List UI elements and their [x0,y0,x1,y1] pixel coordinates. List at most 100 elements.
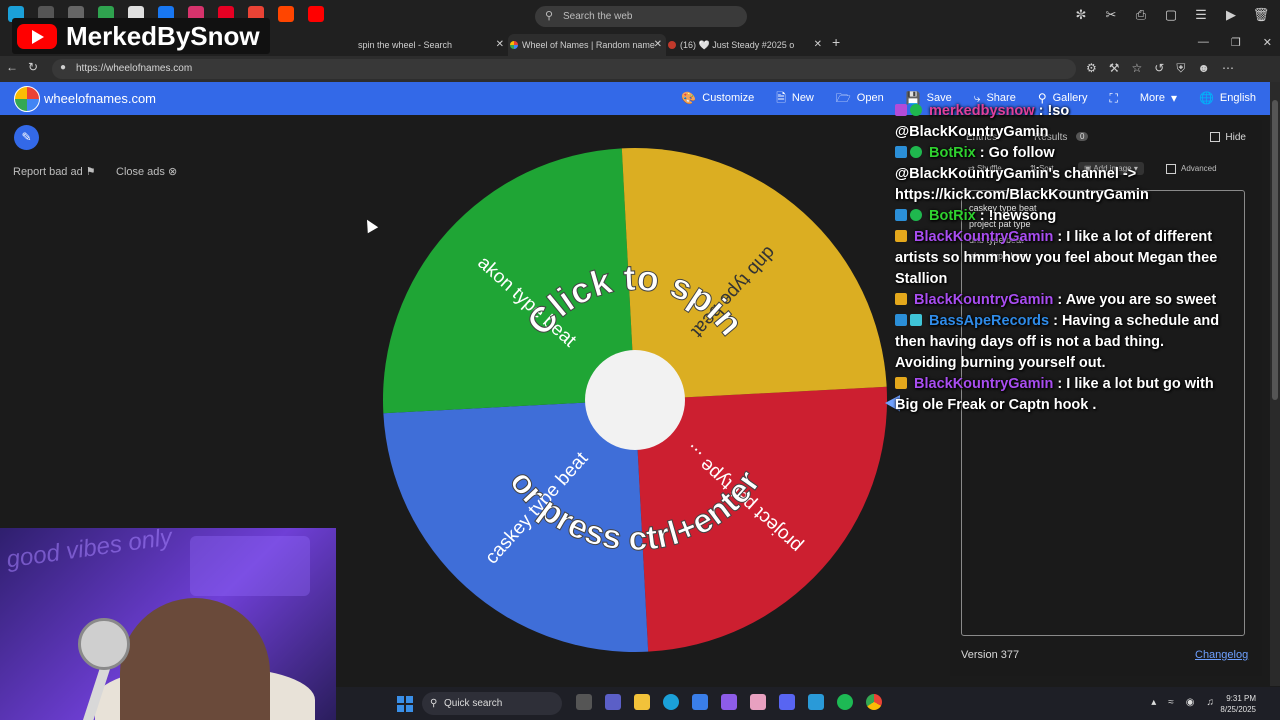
report-ad-label: Report bad ad [13,166,83,178]
address-field[interactable]: ● https://wheelofnames.com [52,59,1076,79]
play-icon[interactable]: ▶ [1222,6,1240,24]
app-icon[interactable] [808,694,824,710]
extension-icon[interactable]: ⚒ [1109,61,1120,76]
site-logo-icon[interactable] [14,86,40,112]
close-circle-icon: ⊗ [167,166,178,178]
extension-icon[interactable]: ⚙ [1086,61,1097,76]
changelog-link[interactable]: Changelog [1195,649,1248,661]
trash-icon[interactable]: 🗑 [1252,6,1270,24]
chat-message: BotRix : Go follow @BlackKountryGamin's … [895,143,1220,206]
nav-label: New [791,92,814,104]
stream-chat-overlay: merkedbysnow : !so @BlackKountryGamin Bo… [895,101,1220,416]
windows-start-icon[interactable] [397,696,413,712]
notes-icon[interactable]: ☰ [1192,6,1210,24]
edit-button[interactable]: ✎ [14,125,39,150]
chat-text: : !newsong [975,208,1057,224]
chevron-up-icon[interactable]: ▴ [1151,697,1156,708]
avatar[interactable]: ☻ [1197,61,1210,76]
url-text: https://wheelofnames.com [76,63,193,74]
webcam-background-light [190,536,310,596]
network-icon[interactable]: ≈ [1168,697,1174,708]
bot-badge-icon [895,209,907,221]
edge-icon[interactable] [663,694,679,710]
chat-username: BassApeRecords [929,313,1050,329]
taskbar-search-label: Quick search [444,698,503,709]
nav-label: Open [856,92,884,104]
chat-username: merkedbysnow [929,103,1035,119]
minimize-icon[interactable]: — [1198,36,1209,49]
tab-title: Wheel of Names | Random name [522,40,655,50]
chat-text: : Awe you are so sweet [1053,292,1217,308]
close-icon[interactable]: ✕ [496,34,504,56]
copilot-icon[interactable]: ✼ [1072,6,1090,24]
wheel[interactable]: project pat type ...caskey type beatakon… [370,135,900,665]
chat-username: BotRix [929,145,976,161]
chat-username: BlackKountryGamin [914,376,1054,392]
browser-top-right-tools: ✼ ✂ ⎙ ▢ ☰ ▶ 🗑 [1072,6,1270,24]
printer-icon[interactable]: ⎙ [1132,6,1150,24]
chrome-icon[interactable] [866,694,882,710]
chat-badges [895,374,910,395]
document-icon: 🗎 [776,91,786,105]
scissors-icon[interactable]: ✂ [1102,6,1120,24]
taskbar-clock[interactable]: 9:31 PM 8/25/2025 [1220,693,1256,715]
new-tab-button[interactable]: + [832,34,840,50]
wheel-favicon-icon [510,41,518,49]
page-scrollbar[interactable] [1270,82,1280,686]
chat-badges [895,290,910,311]
crown-badge-icon [895,230,907,242]
spotify-icon[interactable] [837,694,853,710]
close-icon[interactable]: ✕ [654,34,662,56]
back-icon[interactable]: ← [6,60,18,74]
close-icon[interactable]: ✕ [814,34,822,56]
favorites-icon[interactable]: ☆ [1132,61,1143,76]
close-ads-link[interactable]: Close ads ⊗ [116,165,177,178]
webcam-neon-sign: good vibes only [4,528,174,574]
history-icon[interactable]: ↺ [1154,61,1164,76]
more-icon[interactable]: ⋯ [1222,61,1234,76]
browser-tab-wheel-of-names[interactable]: Wheel of Names | Random name ✕ [508,34,666,56]
teams-icon[interactable] [605,694,621,710]
youtube-logo-icon [17,24,57,49]
taskbar-apps [576,694,882,710]
verified-badge-icon [910,104,922,116]
wifi-icon[interactable]: ◉ [1186,697,1195,708]
app-icon[interactable] [750,694,766,710]
nav-open[interactable]: 🗁 Open [836,82,884,115]
youtube-icon[interactable] [308,6,324,22]
taskbar-search[interactable]: ⚲ Quick search [422,692,562,715]
discord-icon[interactable] [779,694,795,710]
refresh-icon[interactable]: ↻ [28,60,38,74]
close-window-icon[interactable]: ✕ [1263,36,1272,49]
store-icon[interactable] [692,694,708,710]
shield-icon[interactable]: ⛨ [1176,61,1185,76]
chat-badges [895,206,925,227]
browser-tab-search[interactable]: spin the wheel - Search ✕ [344,34,508,56]
close-ads-label: Close ads [116,166,165,178]
restore-icon[interactable]: ❐ [1231,36,1241,49]
taskbar: ⚲ Quick search ▴ ≈ ◉ ♫ 9:31 PM 8/25/2025 [336,687,1280,720]
nav-new[interactable]: 🗎 New [776,82,814,115]
version-label: Version 377 [961,649,1020,661]
bot-badge-icon [895,146,907,158]
task-view-icon[interactable] [576,694,592,710]
search-icon: ⚲ [430,698,438,709]
chat-message: merkedbysnow : !so @BlackKountryGamin [895,101,1220,143]
reddit-icon[interactable] [278,6,294,22]
verified-badge-icon [910,146,922,158]
scrollbar-thumb[interactable] [1272,100,1278,400]
browser-search-box[interactable]: ⚲ Search the web [535,6,747,27]
stream-favicon-icon [668,41,676,49]
nav-buttons: ← ↻ [6,60,38,74]
site-title[interactable]: wheelofnames.com [44,82,156,115]
report-ad-link[interactable]: Report bad ad ⚑ [13,165,96,178]
nav-customize[interactable]: 🎨 Customize [681,82,754,115]
wheel-center[interactable] [585,350,685,450]
copilot-icon[interactable] [721,694,737,710]
volume-icon[interactable]: ♫ [1207,697,1215,708]
browser-tab-stream[interactable]: (16) 🤍 Just Steady #2025 o ✕ [666,34,826,56]
address-bar-row: ← ↻ ● https://wheelofnames.com ⚙ ⚒ ☆ ↺ ⛨… [0,56,1280,82]
nav-label: Customize [702,92,755,104]
file-explorer-icon[interactable] [634,694,650,710]
window-icon[interactable]: ▢ [1162,6,1180,24]
